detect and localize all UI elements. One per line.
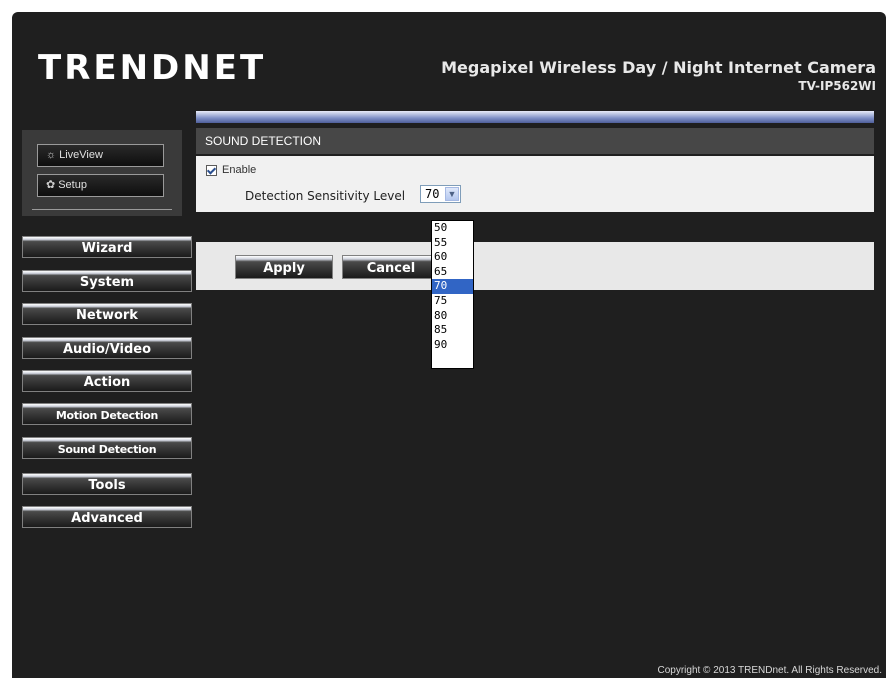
spacer (196, 212, 874, 242)
enable-label: Enable (222, 164, 257, 176)
copyright-text: Copyright © 2013 TRENDnet. All Rights Re… (657, 665, 882, 676)
sensitivity-select[interactable]: 70 ▼ (420, 185, 461, 203)
gear-icon: ✿ (46, 179, 56, 191)
sensitivity-option[interactable]: 80 (432, 309, 473, 324)
menu-motion-detection[interactable]: Motion Detection (22, 403, 192, 425)
enable-checkbox[interactable] (206, 164, 217, 176)
sensitivity-value: 70 (425, 187, 440, 201)
section-title: SOUND DETECTION (196, 128, 874, 154)
sensitivity-option[interactable]: 50 (432, 221, 473, 236)
sensitivity-dropdown-list: 50 55 60 65 70 75 80 85 90 (431, 220, 474, 369)
sensitivity-option[interactable]: 75 (432, 294, 473, 309)
sensitivity-option[interactable]: 65 (432, 265, 473, 280)
menu-advanced[interactable]: Advanced (22, 506, 192, 528)
sensitivity-option[interactable]: 90 (432, 338, 473, 353)
enable-row: Enable (206, 164, 256, 176)
camera-icon: ☼ (46, 149, 57, 161)
chevron-down-icon[interactable]: ▼ (445, 187, 459, 201)
menu-network[interactable]: Network (22, 303, 192, 325)
menu-sound-detection[interactable]: Sound Detection (22, 437, 192, 459)
menu-action[interactable]: Action (22, 370, 192, 392)
sensitivity-option-selected[interactable]: 70 (432, 279, 473, 294)
apply-button[interactable]: Apply (235, 255, 333, 279)
divider (32, 209, 172, 210)
section-top-bar (196, 111, 874, 123)
menu-audio-video[interactable]: Audio/Video (22, 337, 192, 359)
menu-system[interactable]: System (22, 270, 192, 292)
trendnet-logo: TRENDNET (38, 48, 267, 88)
sensitivity-option[interactable]: 55 (432, 236, 473, 251)
sound-detection-form: Enable Detection Sensitivity Level 70 ▼ (196, 156, 874, 212)
liveview-label: LiveView (59, 149, 103, 161)
model-number: TV-IP562WI (798, 79, 876, 93)
action-bar: Apply Cancel (196, 242, 874, 290)
sensitivity-option[interactable]: 85 (432, 323, 473, 338)
mode-switch-panel: ☼ LiveView ✿ Setup (22, 130, 182, 216)
liveview-button[interactable]: ☼ LiveView (37, 144, 164, 167)
cancel-button[interactable]: Cancel (342, 255, 440, 279)
sensitivity-label: Detection Sensitivity Level (245, 189, 406, 203)
menu-tools[interactable]: Tools (22, 473, 192, 495)
setup-label: Setup (58, 179, 87, 191)
setup-button[interactable]: ✿ Setup (37, 174, 164, 197)
sensitivity-option[interactable]: 60 (432, 250, 473, 265)
menu-wizard[interactable]: Wizard (22, 236, 192, 258)
product-title: Megapixel Wireless Day / Night Internet … (441, 58, 876, 77)
